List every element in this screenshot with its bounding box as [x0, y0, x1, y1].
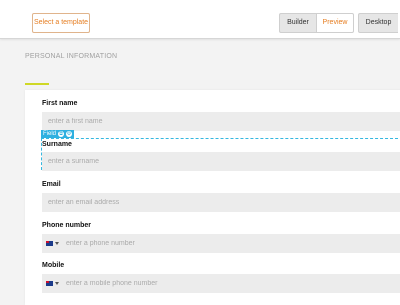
phone-number-input[interactable]	[60, 234, 400, 253]
desktop-view-button[interactable]: Desktop	[358, 13, 398, 33]
australia-flag-icon	[46, 241, 53, 246]
phone-number-label: Phone number	[42, 222, 92, 229]
field-tag-label: Field	[43, 131, 57, 137]
first-name-label: First name	[42, 100, 78, 107]
section-underline	[25, 83, 49, 85]
copy-icon[interactable]: ⧉	[58, 131, 65, 137]
mobile-country-select[interactable]	[42, 274, 62, 293]
field-tag[interactable]: Field ⧉ ⚙	[41, 130, 75, 138]
chevron-down-icon	[55, 282, 59, 285]
surname-input[interactable]	[42, 152, 400, 171]
mobile-label: Mobile	[42, 262, 65, 269]
surname-label: Surname	[42, 141, 72, 148]
first-name-input[interactable]	[42, 112, 400, 131]
settings-icon[interactable]: ⚙	[66, 131, 73, 137]
section-title: PERSONAL INFORMATION	[25, 53, 118, 60]
email-label: Email	[42, 181, 61, 188]
chevron-down-icon	[55, 242, 59, 245]
mobile-input[interactable]	[60, 274, 400, 293]
top-toolbar: Select a template Builder Preview Deskto…	[0, 0, 400, 39]
phone-country-select[interactable]	[42, 234, 62, 253]
select-template-button[interactable]: Select a template	[32, 13, 90, 33]
builder-tab-button[interactable]: Builder	[279, 13, 316, 33]
australia-flag-icon	[46, 281, 53, 286]
preview-tab-button[interactable]: Preview	[316, 13, 354, 33]
email-input[interactable]	[42, 193, 400, 212]
